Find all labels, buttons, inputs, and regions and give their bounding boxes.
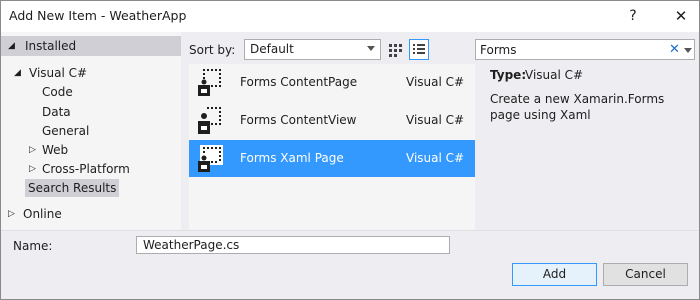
tree-item-installed[interactable]: ◢ Installed — [1, 36, 181, 56]
template-list: Forms ContentPage Visual C# Forms Conten… — [189, 64, 475, 230]
tree-item-visual-csharp[interactable]: ◢ Visual C# — [1, 64, 181, 82]
type-label: Type: — [490, 68, 527, 82]
template-search-box[interactable]: ✕ — [475, 39, 695, 60]
category-tree: ◢ Installed ◢ Visual C# Code Data Genera… — [1, 32, 181, 230]
chevron-down-icon — [367, 46, 375, 51]
tree-item-label: Installed — [25, 39, 77, 53]
help-button[interactable]: ? — [623, 6, 643, 26]
template-name: Forms ContentPage — [240, 75, 358, 89]
collapsed-arrow-icon: ▷ — [8, 209, 15, 219]
tree-item-general[interactable]: General — [42, 122, 89, 140]
file-name-input[interactable] — [136, 236, 450, 254]
add-new-item-dialog: Add New Item - WeatherApp ? ✕ ◢ Installe… — [0, 0, 700, 300]
template-name: Forms ContentView — [240, 113, 357, 127]
sort-by-label: Sort by: — [189, 43, 236, 57]
list-view-button[interactable] — [409, 39, 429, 60]
tree-item-cross-platform[interactable]: ▷ Cross-Platform — [1, 160, 181, 178]
sort-by-value: Default — [250, 42, 294, 56]
tree-item-search-results[interactable]: Search Results — [25, 179, 120, 197]
template-description: Create a new Xamarin.Forms page using Xa… — [490, 92, 665, 122]
list-view-icon — [413, 44, 425, 54]
tree-item-code[interactable]: Code — [42, 83, 73, 101]
tree-item-label: Web — [42, 143, 69, 157]
forms-page-icon — [198, 69, 221, 96]
clear-search-icon[interactable]: ✕ — [669, 41, 680, 58]
template-language: Visual C# — [406, 75, 465, 89]
forms-view-icon — [198, 107, 221, 134]
grid-view-icon — [389, 44, 402, 57]
name-label: Name: — [13, 239, 53, 253]
tree-item-online[interactable]: ▷ Online — [1, 205, 181, 223]
tree-item-label: Visual C# — [29, 66, 88, 80]
template-name: Forms Xaml Page — [240, 151, 344, 165]
template-item-forms-contentview[interactable]: Forms ContentView Visual C# — [189, 102, 475, 139]
tree-item-web[interactable]: ▷ Web — [1, 141, 181, 159]
sort-by-dropdown[interactable]: Default — [244, 39, 381, 60]
expanded-arrow-icon: ◢ — [8, 41, 15, 51]
footer-divider — [1, 230, 699, 231]
collapsed-arrow-icon: ▷ — [29, 164, 36, 174]
forms-xaml-page-icon — [198, 145, 223, 172]
template-item-forms-xaml-page[interactable]: Forms Xaml Page Visual C# — [189, 140, 475, 177]
expanded-arrow-icon: ◢ — [14, 68, 21, 78]
collapsed-arrow-icon: ▷ — [29, 145, 36, 155]
tree-item-label: Cross-Platform — [42, 162, 130, 176]
dialog-title: Add New Item - WeatherApp — [9, 8, 187, 23]
tree-item-label: Online — [23, 207, 62, 221]
title-bar: Add New Item - WeatherApp ? ✕ — [1, 1, 699, 32]
type-value: Visual C# — [525, 68, 584, 82]
search-input[interactable] — [480, 42, 660, 57]
template-item-forms-contentpage[interactable]: Forms ContentPage Visual C# — [189, 64, 475, 101]
template-details-panel: Type: Visual C# Create a new Xamarin.For… — [483, 64, 695, 230]
tree-item-data[interactable]: Data — [42, 103, 71, 121]
template-language: Visual C# — [406, 113, 465, 127]
template-language: Visual C# — [406, 151, 465, 165]
add-button[interactable]: Add — [512, 263, 597, 286]
chevron-down-icon[interactable] — [684, 48, 692, 53]
medium-icons-view-button[interactable] — [385, 39, 405, 60]
close-button[interactable]: ✕ — [671, 6, 691, 26]
cancel-button[interactable]: Cancel — [603, 263, 688, 286]
